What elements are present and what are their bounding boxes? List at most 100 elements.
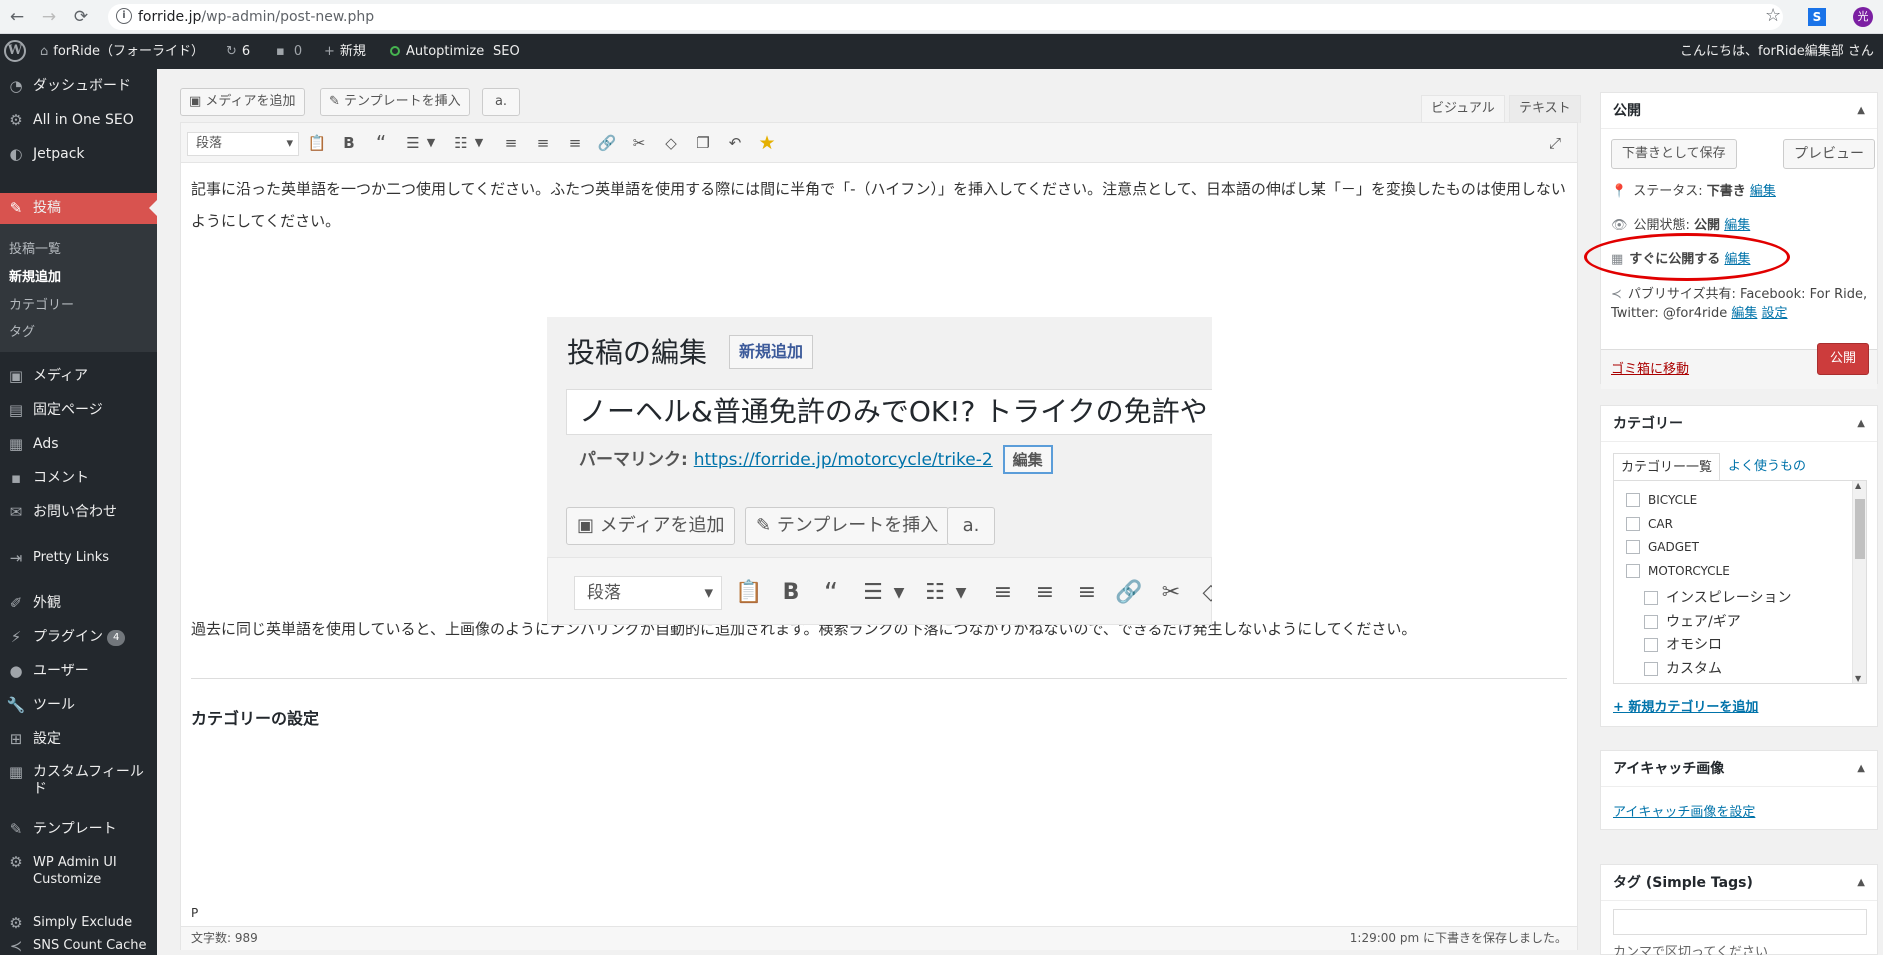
chevron-down-icon[interactable]: ▼ [419, 131, 443, 155]
publish-button[interactable]: 公開 [1817, 343, 1870, 375]
amazon-button[interactable]: a. [482, 88, 520, 116]
submenu-add-new[interactable]: 新規追加 [9, 266, 61, 285]
bookmark-star-icon[interactable]: ☆ [1765, 5, 1781, 26]
menu-ads[interactable]: ▦ Ads [0, 427, 157, 461]
category-checkbox[interactable]: オモシロ [1644, 634, 1722, 654]
featured-image-box-header[interactable]: アイキャッチ画像 ▲ [1601, 751, 1877, 787]
submenu-all-posts[interactable]: 投稿一覧 [9, 238, 61, 257]
align-right-icon[interactable]: ≡ [563, 131, 587, 155]
share-icon: ≺ [1611, 287, 1622, 302]
reload-icon[interactable]: ⟳ [70, 6, 92, 28]
wordpress-logo-icon[interactable]: W [4, 40, 26, 62]
tab-all-categories[interactable]: カテゴリー一覧 [1613, 453, 1721, 481]
url-text: forride.jp/wp-admin/post-new.php [138, 9, 375, 25]
unlink-icon[interactable]: ✂ [627, 131, 651, 155]
menu-dashboard[interactable]: ◔ ダッシュボード [0, 69, 157, 103]
category-checkbox[interactable]: インスピレーション [1644, 587, 1791, 607]
category-checkbox[interactable]: カスタム [1644, 658, 1722, 678]
menu-comments[interactable]: ▪ コメント [0, 461, 157, 495]
comments-link[interactable]: ▪ 0 [276, 34, 302, 69]
tags-input[interactable] [1613, 909, 1867, 935]
updates-link[interactable]: ↻ 6 [226, 34, 250, 69]
autosave-status: 1:29:00 pm に下書きを保存しました。 [1349, 931, 1567, 945]
category-checkbox[interactable]: BICYCLE [1626, 493, 1697, 507]
category-checkbox[interactable]: CAR [1626, 517, 1673, 531]
menu-plugins[interactable]: ⚡ プラグイン 4 [0, 620, 157, 654]
edit-status-link[interactable]: 編集 [1750, 184, 1776, 199]
admin-bar: W ⌂ forRide（フォーライド） ↻ 6 ▪ 0 + 新規 Autoptimize… [0, 34, 1883, 69]
tab-visual[interactable]: ビジュアル [1421, 95, 1505, 123]
edit-visibility-link[interactable]: 編集 [1724, 218, 1750, 233]
add-media-button[interactable]: ▣ メディアを追加 [180, 88, 305, 116]
menu-custom-fields[interactable]: ▦ カスタムフィールド [0, 756, 157, 806]
toggle-arrow-icon[interactable]: ▲ [1857, 93, 1865, 129]
bold-icon[interactable]: B [337, 131, 361, 155]
menu-all-in-one-seo[interactable]: ⚙ All in One SEO [0, 103, 157, 137]
back-icon[interactable]: ← [6, 6, 28, 28]
extension-icon[interactable]: S [1808, 8, 1826, 26]
eye-icon: 👁 [1611, 218, 1628, 233]
category-checkbox[interactable]: ウェア/ギア [1644, 611, 1741, 631]
menu-settings[interactable]: ⊞ 設定 [0, 722, 157, 756]
menu-sns-count-cache[interactable]: ≺ SNS Count Cache [0, 934, 157, 955]
menu-pages[interactable]: ▤ 固定ページ [0, 393, 157, 427]
forward-icon[interactable]: → [38, 6, 60, 28]
category-checkbox[interactable]: GADGET [1626, 540, 1699, 554]
fullscreen-icon[interactable]: ⤢ [1543, 131, 1567, 155]
menu-appearance[interactable]: ✐ 外観 [0, 586, 157, 620]
insert-template-button[interactable]: ✎ テンプレートを挿入 [320, 88, 470, 116]
toggle-arrow-icon[interactable]: ▲ [1857, 751, 1865, 787]
tab-text[interactable]: テキスト [1509, 95, 1581, 123]
my-account-link[interactable]: こんにちは、forRide編集部 さん [1680, 34, 1874, 69]
media-icon: ▣ [577, 515, 600, 536]
autoptimize-link[interactable]: Autoptimize [390, 34, 484, 69]
menu-pretty-links[interactable]: ⇥ Pretty Links [0, 541, 157, 575]
star-icon[interactable]: ★ [755, 131, 779, 155]
align-left-icon[interactable]: ≡ [499, 131, 523, 155]
site-name-link[interactable]: ⌂ forRide（フォーライド） [40, 34, 204, 69]
edit-schedule-link[interactable]: 編集 [1724, 252, 1750, 267]
info-icon[interactable]: i [116, 8, 132, 24]
scroll-up-icon[interactable]: ▲ [1855, 481, 1861, 490]
publicize-settings-link[interactable]: 設定 [1762, 306, 1788, 321]
scroll-down-icon[interactable]: ▼ [1855, 674, 1861, 683]
category-checkbox[interactable]: MOTORCYCLE [1626, 564, 1730, 578]
submenu-tags[interactable]: タグ [9, 321, 35, 340]
menu-media[interactable]: ▣ メディア [0, 359, 157, 393]
menu-contact[interactable]: ✉ お問い合わせ [0, 495, 157, 529]
tab-most-used[interactable]: よく使うもの [1721, 453, 1813, 481]
menu-tools[interactable]: 🔧 ツール [0, 688, 157, 722]
undo-icon[interactable]: ↶ [723, 131, 747, 155]
category-scrollbar[interactable]: ▲ ▼ [1852, 481, 1866, 683]
format-select[interactable]: 段落 [187, 132, 299, 156]
embedded-screenshot-image[interactable]: 投稿の編集 新規追加 ノーヘル&普通免許のみでOK!? トライクの免許や パーマ… [547, 317, 1212, 625]
menu-posts[interactable]: ✎ 投稿 [0, 193, 157, 224]
preview-button[interactable]: プレビュー [1783, 139, 1875, 169]
set-featured-image-link[interactable]: アイキャッチ画像を設定 [1613, 801, 1755, 820]
menu-templates[interactable]: ✎ テンプレート [0, 812, 157, 846]
chevron-down-icon[interactable]: ▼ [467, 131, 491, 155]
menu-jetpack[interactable]: ◐ Jetpack [0, 137, 157, 171]
new-content-link[interactable]: + 新規 [324, 34, 366, 69]
align-center-icon[interactable]: ≡ [531, 131, 555, 155]
eraser-icon[interactable]: ◇ [659, 131, 683, 155]
paste-icon[interactable]: 📋 [305, 131, 329, 155]
toggle-arrow-icon[interactable]: ▲ [1857, 865, 1865, 901]
publish-box-header[interactable]: 公開 ▲ [1601, 93, 1877, 129]
submenu-categories[interactable]: カテゴリー [9, 294, 74, 313]
toggle-arrow-icon[interactable]: ▲ [1857, 406, 1865, 442]
blockquote-icon[interactable]: “ [369, 131, 393, 155]
edit-publicize-link[interactable]: 編集 [1731, 306, 1757, 321]
menu-wp-admin-ui-customize[interactable]: ⚙ WP Admin UI Customize [0, 854, 157, 904]
tags-box-header[interactable]: タグ (Simple Tags) ▲ [1601, 865, 1877, 901]
add-new-category-link[interactable]: + 新規カテゴリーを追加 [1613, 696, 1758, 715]
menu-users[interactable]: ● ユーザー [0, 654, 157, 688]
category-box-header[interactable]: カテゴリー ▲ [1601, 406, 1877, 442]
seo-link[interactable]: SEO [493, 34, 520, 69]
save-draft-button[interactable]: 下書きとして保存 [1611, 139, 1737, 169]
copy-icon[interactable]: ❐ [691, 131, 715, 155]
address-bar[interactable]: i forride.jp/wp-admin/post-new.php [108, 4, 1783, 30]
profile-avatar[interactable]: 光 [1853, 7, 1873, 27]
scroll-thumb[interactable] [1855, 499, 1865, 559]
link-icon[interactable]: 🔗 [595, 131, 619, 155]
